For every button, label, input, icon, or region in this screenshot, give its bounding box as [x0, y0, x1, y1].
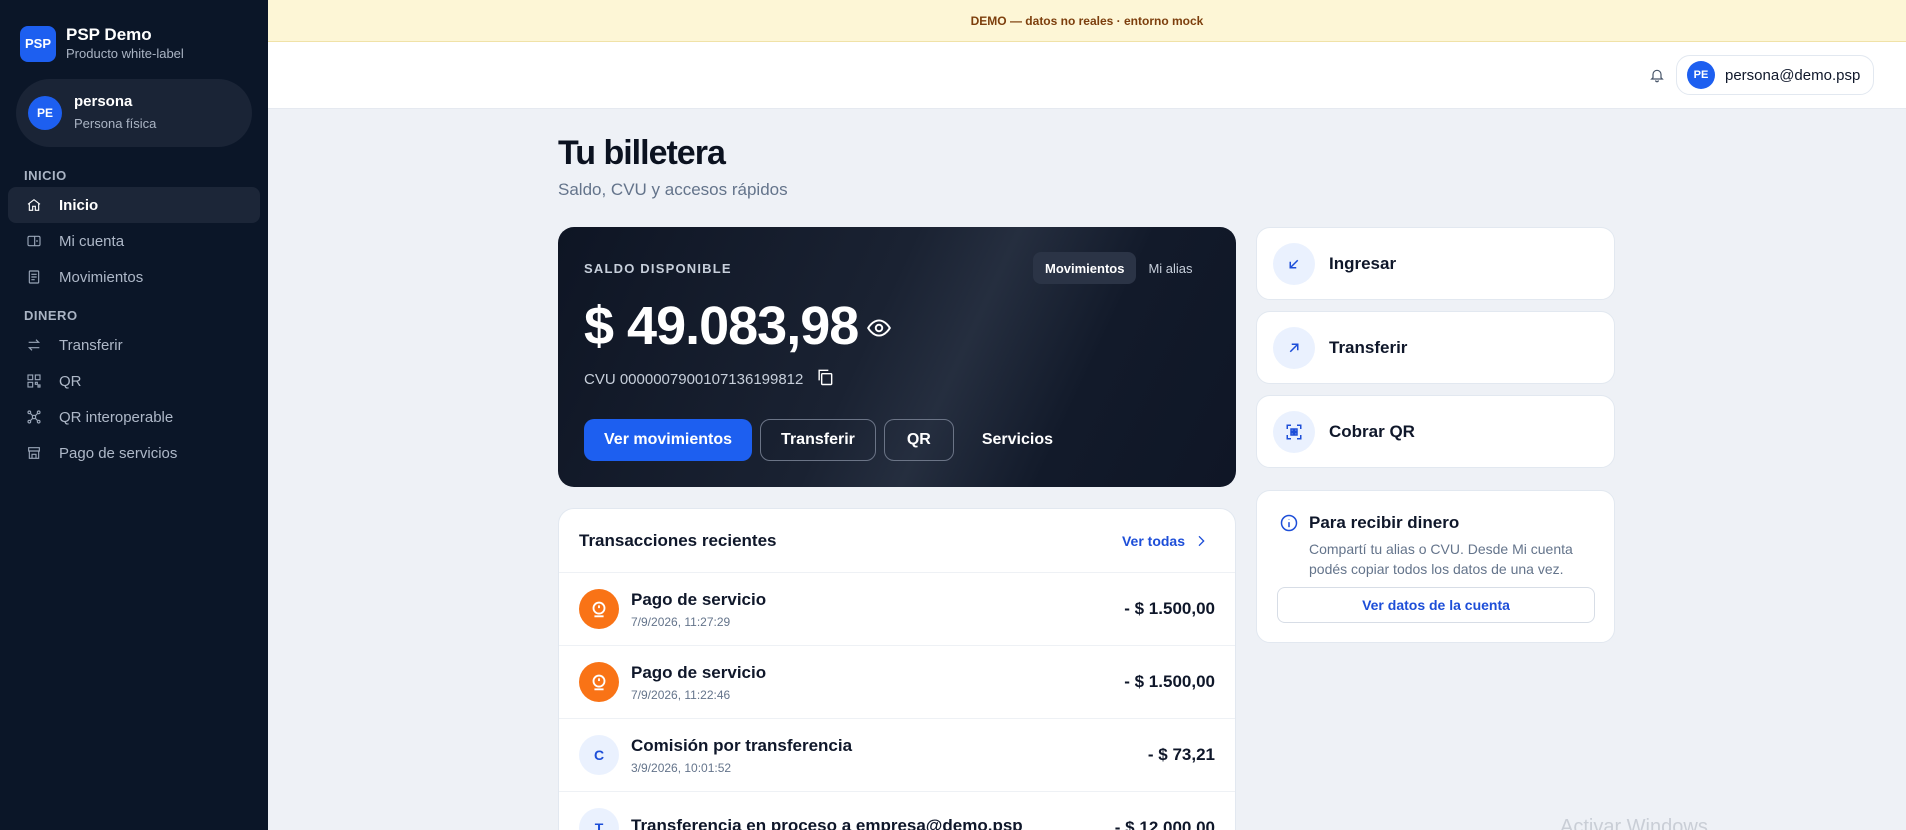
cvu-text: CVU 0000007900107136199812	[584, 371, 804, 388]
tx-date: 7/9/2026, 11:27:29	[631, 615, 731, 629]
sidebar-item-movimientos[interactable]: Movimientos	[8, 259, 260, 295]
sidebar-user-card[interactable]: PE persona Persona física	[16, 79, 252, 147]
tx-amount: - $ 1.500,00	[1124, 599, 1215, 618]
tab-mi-alias[interactable]: Mi alias	[1136, 252, 1204, 284]
info-card: Para recibir dinero Compartí tu alias o …	[1256, 490, 1615, 643]
tx-letter-avatar: T	[579, 808, 619, 830]
arrows-exchange-icon	[24, 335, 44, 355]
tx-title: Pago de servicio	[631, 590, 767, 609]
tx-amount: - $ 73,21	[1147, 745, 1215, 764]
quick-action-label: Transferir	[1329, 337, 1408, 357]
nav-section-dinero: DINERO	[24, 308, 78, 323]
tx-date: 7/9/2026, 11:22:46	[631, 688, 731, 702]
eye-icon[interactable]	[866, 315, 892, 341]
info-text: Compartí tu alias o CVU. Desde Mi cuenta…	[1309, 541, 1573, 577]
sidebar: PSP PSP Demo Producto white-label PE per…	[0, 0, 268, 830]
brand: PSP PSP Demo Producto white-label	[0, 0, 268, 66]
sidebar-item-qr-interoperable[interactable]: QR interoperable	[8, 399, 260, 435]
demo-banner: DEMO — datos no reales · entorno mock	[268, 0, 1906, 42]
tx-title: Pago de servicio	[631, 663, 767, 682]
home-icon	[24, 195, 44, 215]
balance-actions: Ver movimientos Transferir QR Servicios	[584, 419, 1081, 461]
sidebar-item-label: Pago de servicios	[59, 444, 178, 462]
sidebar-item-label: Mi cuenta	[59, 232, 125, 250]
brand-logo: PSP	[20, 25, 56, 62]
user-menu-button[interactable]: PE persona@demo.psp	[1676, 55, 1874, 95]
avatar: PE	[1687, 61, 1715, 89]
service-icon	[579, 589, 619, 629]
arrow-down-left-icon	[1273, 242, 1315, 285]
quick-action-cobrar-qr[interactable]: Cobrar QR	[1256, 395, 1615, 468]
copy-icon[interactable]	[815, 367, 837, 389]
balance-amount: $ 49.083,98	[584, 296, 859, 356]
nav-section-inicio: INICIO	[24, 168, 67, 183]
service-icon	[579, 662, 619, 702]
sidebar-item-label: Movimientos	[59, 268, 144, 286]
table-row[interactable]: T Transferencia en proceso a empresa@dem…	[559, 792, 1235, 830]
tx-title: Comisión por transferencia	[631, 736, 853, 755]
sidebar-item-transferir[interactable]: Transferir	[8, 327, 260, 363]
quick-action-ingresar[interactable]: Ingresar	[1256, 227, 1615, 300]
quick-action-label: Cobrar QR	[1329, 421, 1415, 441]
bell-icon[interactable]	[1646, 64, 1668, 86]
tab-movimientos[interactable]: Movimientos	[1033, 252, 1137, 284]
page-title: Tu billetera	[558, 134, 726, 172]
sidebar-item-qr[interactable]: QR	[8, 363, 260, 399]
sidebar-item-label: Inicio	[59, 196, 99, 214]
chevron-right-icon	[1198, 535, 1205, 546]
receipt-icon	[24, 267, 44, 287]
user-role: Persona física	[74, 116, 157, 131]
page-subtitle: Saldo, CVU y accesos rápidos	[558, 180, 788, 199]
avatar: PE	[28, 96, 62, 130]
tx-title: Transferencia en proceso a empresa@demo.…	[631, 816, 1023, 830]
ver-movimientos-button[interactable]: Ver movimientos	[584, 419, 753, 461]
sidebar-item-label: Transferir	[59, 336, 123, 354]
table-row[interactable]: C Comisión por transferencia 3/9/2026, 1…	[559, 719, 1235, 792]
network-icon	[24, 407, 44, 427]
transactions-title: Transacciones recientes	[579, 530, 777, 550]
sidebar-item-label: QR interoperable	[59, 408, 174, 426]
transferir-button[interactable]: Transferir	[760, 419, 876, 461]
ver-todas-link[interactable]: Ver todas	[1122, 533, 1209, 549]
sidebar-item-label: QR	[59, 372, 82, 390]
ver-todas-label: Ver todas	[1121, 532, 1185, 549]
topbar: PE persona@demo.psp	[268, 42, 1906, 109]
sidebar-item-mi-cuenta[interactable]: Mi cuenta	[8, 223, 260, 259]
table-row[interactable]: Pago de servicio 7/9/2026, 11:27:29 - $ …	[559, 573, 1235, 646]
balance-card: SALDO DISPONIBLE Movimientos Mi alias $ …	[558, 227, 1236, 487]
balance-label: SALDO DISPONIBLE	[584, 261, 732, 276]
sidebar-item-inicio[interactable]: Inicio	[8, 187, 260, 223]
store-icon	[24, 443, 44, 463]
brand-title: PSP Demo	[66, 24, 152, 44]
info-title: Para recibir dinero	[1309, 513, 1460, 532]
user-name: persona	[74, 93, 133, 110]
servicios-button[interactable]: Servicios	[962, 419, 1073, 461]
table-row[interactable]: Pago de servicio 7/9/2026, 11:22:46 - $ …	[559, 646, 1235, 719]
qr-icon	[24, 371, 44, 391]
user-email: persona@demo.psp	[1725, 66, 1861, 84]
sidebar-item-pago-servicios[interactable]: Pago de servicios	[8, 435, 260, 471]
quick-action-transferir[interactable]: Transferir	[1256, 311, 1615, 384]
balance-tabs: Movimientos Mi alias	[1033, 252, 1205, 284]
quick-action-label: Ingresar	[1329, 253, 1397, 273]
qr-scan-icon	[1273, 410, 1315, 453]
tx-date: 3/9/2026, 10:01:52	[631, 761, 732, 775]
ver-datos-cuenta-button[interactable]: Ver datos de la cuenta	[1277, 587, 1595, 623]
tx-amount: - $ 1.500,00	[1124, 672, 1215, 691]
arrow-up-right-icon	[1273, 326, 1315, 369]
info-icon	[1279, 513, 1299, 533]
brand-subtitle: Producto white-label	[66, 45, 184, 61]
tx-letter-avatar: C	[579, 735, 619, 775]
qr-button[interactable]: QR	[883, 419, 954, 461]
windows-watermark: Activar Windows	[1560, 816, 1708, 830]
wallet-icon	[24, 231, 44, 251]
transactions-card: Transacciones recientes Ver todas Pago d…	[558, 508, 1236, 830]
tx-amount: - $ 12.000,00	[1114, 818, 1215, 830]
